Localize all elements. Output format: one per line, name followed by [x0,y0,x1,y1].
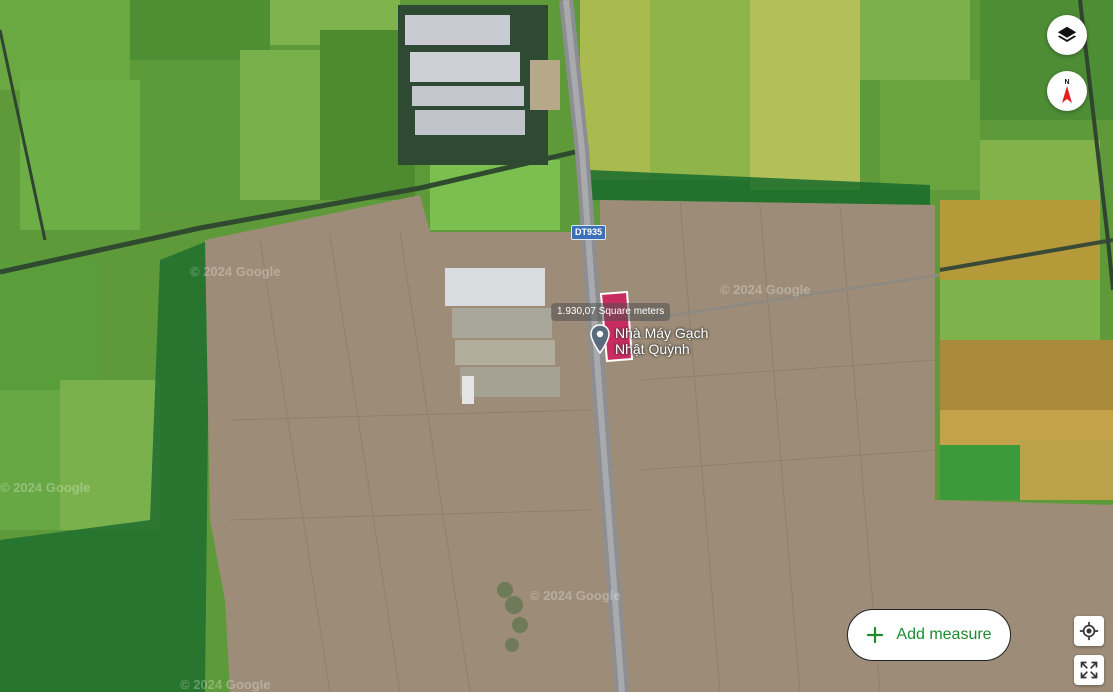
compass-north-letter: N [1064,79,1069,86]
map-watermark: © 2024 Google [530,588,621,603]
compass-icon: N [1062,79,1072,103]
my-location-icon [1079,621,1099,641]
place-name-line2: Nhật Quỳnh [615,341,690,357]
place-pin-icon[interactable] [590,324,610,354]
map-watermark: © 2024 Google [180,677,271,692]
plus-icon [867,626,884,644]
fullscreen-icon [1080,661,1098,679]
map-watermark: © 2024 Google [0,480,91,495]
map-watermark: © 2024 Google [190,264,281,279]
measurement-area-label: 1.930,07 Square meters [551,303,671,321]
place-name-label[interactable]: Nhà Máy Gạch Nhật Quỳnh [615,325,708,357]
fullscreen-button[interactable] [1074,655,1104,685]
my-location-button[interactable] [1074,616,1104,646]
place-name-line1: Nhà Máy Gạch [615,325,709,341]
road-label-shield: DT935 [571,225,607,240]
compass-button[interactable]: N [1047,71,1087,111]
add-measure-button[interactable]: Add measure [847,609,1011,661]
add-measure-label: Add measure [896,626,992,643]
layers-icon [1057,26,1077,43]
map-watermark: © 2024 Google [720,282,811,297]
layers-button[interactable] [1047,15,1087,55]
